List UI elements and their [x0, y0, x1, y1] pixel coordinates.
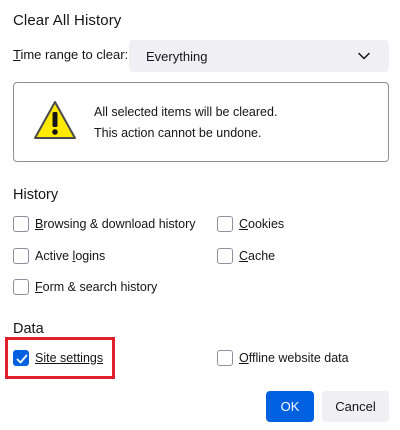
- checkbox-box[interactable]: [13, 279, 29, 295]
- time-range-label: Time range to clear:: [13, 47, 128, 62]
- checkbox-box[interactable]: [13, 248, 29, 264]
- checkbox-box[interactable]: [13, 216, 29, 232]
- dialog-title: Clear All History: [13, 12, 122, 29]
- checkbox-cookies[interactable]: Cookies: [217, 216, 284, 232]
- checkbox-form-search-history[interactable]: Form & search history: [13, 279, 157, 295]
- time-range-label-text: ime range to clear:: [20, 47, 129, 62]
- checkbox-label: Cookies: [239, 217, 285, 231]
- warning-text-line1: All selected items will be cleared.: [94, 105, 278, 119]
- checkbox-label: Active logins: [35, 249, 106, 263]
- checkbox-cache[interactable]: Cache: [217, 248, 275, 264]
- checkbox-browsing-history[interactable]: Browsing & download history: [13, 216, 196, 232]
- checkbox-label: Cache: [239, 249, 276, 263]
- data-section-title: Data: [13, 321, 44, 337]
- warning-box: All selected items will be cleared. This…: [13, 82, 389, 162]
- time-range-select[interactable]: Everything: [129, 40, 389, 72]
- checkbox-box[interactable]: [217, 350, 233, 366]
- time-range-value: Everything: [146, 48, 208, 64]
- cancel-button[interactable]: Cancel: [322, 391, 389, 422]
- warning-icon: [34, 101, 76, 139]
- checkbox-active-logins[interactable]: Active logins: [13, 248, 105, 264]
- chevron-down-icon: [358, 52, 370, 60]
- checkbox-label: Form & search history: [35, 280, 158, 294]
- checkbox-box[interactable]: [217, 248, 233, 264]
- highlight-box: [5, 337, 115, 379]
- checkbox-box[interactable]: [217, 216, 233, 232]
- history-section-title: History: [13, 187, 59, 203]
- warning-text-line2: This action cannot be undone.: [94, 126, 262, 140]
- ok-button[interactable]: OK: [266, 391, 314, 422]
- checkbox-offline-website-data[interactable]: Offline website data: [217, 350, 349, 366]
- checkbox-label: Browsing & download history: [35, 217, 196, 231]
- checkbox-label: Offline website data: [239, 351, 349, 365]
